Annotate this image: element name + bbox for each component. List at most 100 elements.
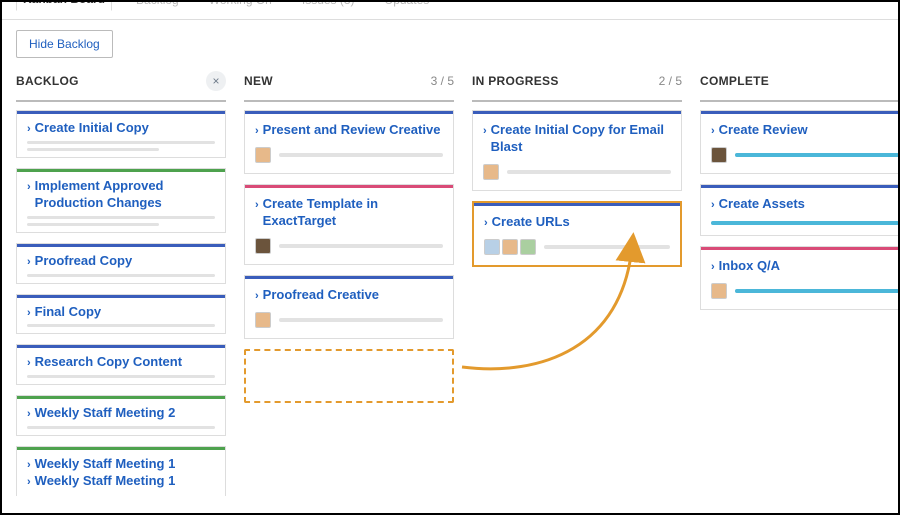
avatar <box>502 239 518 255</box>
card-title[interactable]: ›Weekly Staff Meeting 1 <box>27 456 215 473</box>
chevron-right-icon: › <box>255 124 259 138</box>
progress-bar <box>279 244 443 248</box>
kanban-card[interactable]: ›Inbox Q/A <box>700 246 900 310</box>
column-title: NEW <box>244 74 273 88</box>
card-title[interactable]: › Weekly Staff Meeting 1 <box>27 473 215 490</box>
kanban-card[interactable]: ›Final Copy <box>16 294 226 335</box>
card-title-text: Create Template in ExactTarget <box>263 196 443 230</box>
kanban-card[interactable]: › Proofread Copy <box>16 243 226 284</box>
progress-bar <box>27 148 159 151</box>
card-title[interactable]: ›Create Review <box>711 122 899 139</box>
tab-kanban-board[interactable]: Kanban Board <box>16 0 112 11</box>
kanban-card[interactable]: › Create Template in ExactTarget <box>244 184 454 265</box>
card-title[interactable]: › Research Copy Content <box>27 354 215 371</box>
progress-bar <box>279 318 443 322</box>
kanban-card[interactable]: › Present and Review Creative <box>244 110 454 174</box>
tab-issues[interactable]: Issues (3) <box>296 0 361 11</box>
card-title-text: Final Copy <box>35 304 101 321</box>
card-title-text: Create Initial Copy <box>35 120 149 137</box>
card-stripe <box>473 111 681 114</box>
card-stripe <box>17 345 225 348</box>
avatar <box>520 239 536 255</box>
progress-bar <box>27 375 215 378</box>
card-stripe <box>245 185 453 188</box>
close-icon[interactable]: × <box>206 71 226 91</box>
card-stripe <box>701 111 900 114</box>
card-title-text: Inbox Q/A <box>719 258 780 275</box>
progress-bar <box>735 153 899 157</box>
card-title-text: Present and Review Creative <box>263 122 441 139</box>
card-stripe <box>17 295 225 298</box>
card-title-text: Create Review <box>719 122 808 139</box>
card-stripe <box>17 111 225 114</box>
kanban-board: BACKLOG × ›Create Initial Copy ›Implemen… <box>2 72 898 496</box>
card-title[interactable]: ›Inbox Q/A <box>711 258 899 275</box>
tab-updates[interactable]: Updates <box>379 0 436 11</box>
kanban-card[interactable]: › Create Initial Copy <box>16 110 226 158</box>
drop-target[interactable] <box>244 349 454 403</box>
card-title[interactable]: › Create Initial Copy <box>27 120 215 137</box>
card-stripe <box>474 203 680 206</box>
tab-working-on[interactable]: Working On <box>203 0 278 11</box>
kanban-card[interactable]: › Research Copy Content <box>16 344 226 385</box>
card-title-text: Implement Approved Production Changes <box>35 178 215 212</box>
progress-bar <box>27 426 215 429</box>
chevron-right-icon: › <box>711 198 715 212</box>
card-title-text: Proofread Copy <box>35 253 133 270</box>
kanban-card[interactable]: ›Proofread Creative <box>244 275 454 339</box>
avatar-group <box>711 147 727 163</box>
card-title[interactable]: ›Implement Approved Production Changes <box>27 178 215 212</box>
avatar-group <box>484 239 536 255</box>
kanban-card-selected[interactable]: ›Create URLs <box>472 201 682 267</box>
card-title-text: Create URLs <box>492 214 570 231</box>
column-header: BACKLOG × <box>16 72 226 102</box>
avatar-group <box>255 312 271 328</box>
kanban-card[interactable]: ›Weekly Staff Meeting 1 ›Weekly Staff Me… <box>16 446 226 496</box>
card-stripe <box>17 169 225 172</box>
chevron-right-icon: › <box>255 198 259 212</box>
card-title[interactable]: ›Final Copy <box>27 304 215 321</box>
card-stripe <box>17 447 225 450</box>
chevron-right-icon: › <box>27 475 31 489</box>
card-title[interactable]: ›Proofread Creative <box>255 287 443 304</box>
card-title-text: Proofread Creative <box>263 287 379 304</box>
kanban-card[interactable]: ›Create Review <box>700 110 900 174</box>
avatar <box>255 312 271 328</box>
avatar <box>711 147 727 163</box>
kanban-card[interactable]: ›Implement Approved Production Changes <box>16 168 226 233</box>
tab-bar: Kanban Board Backlog Working On Issues (… <box>2 2 898 20</box>
kanban-card[interactable]: ›Weekly Staff Meeting 2 <box>16 395 226 436</box>
card-stripe <box>245 276 453 279</box>
card-title[interactable]: ›Create URLs <box>484 214 670 231</box>
card-title-text: Create Assets <box>719 196 805 213</box>
hide-backlog-button[interactable]: Hide Backlog <box>16 30 113 58</box>
kanban-card[interactable]: ›Create Initial Copy for Email Blast <box>472 110 682 191</box>
chevron-right-icon: › <box>27 356 31 370</box>
card-title[interactable]: › Proofread Copy <box>27 253 215 270</box>
avatar-group <box>255 147 271 163</box>
card-stripe <box>17 244 225 247</box>
card-title[interactable]: › Present and Review Creative <box>255 122 443 139</box>
column-new: NEW 3 / 5 ›Present and Review Creative ›… <box>244 72 454 496</box>
card-title[interactable]: ›Weekly Staff Meeting 2 <box>27 405 215 422</box>
card-stripe <box>701 247 900 250</box>
column-count: 2 / 5 <box>659 74 682 88</box>
avatar <box>483 164 499 180</box>
progress-bar <box>279 153 443 157</box>
card-title[interactable]: › Create Assets <box>711 196 899 213</box>
card-title[interactable]: › Create Template in ExactTarget <box>255 196 443 230</box>
kanban-card[interactable]: › Create Assets <box>700 184 900 236</box>
progress-bar <box>735 289 899 293</box>
card-title-text: Research Copy Content <box>35 354 182 371</box>
toolbar: Hide Backlog <box>2 20 898 72</box>
card-title[interactable]: ›Create Initial Copy for Email Blast <box>483 122 671 156</box>
chevron-right-icon: › <box>27 255 31 269</box>
progress-bar <box>27 274 215 277</box>
tab-backlog[interactable]: Backlog <box>130 0 185 11</box>
column-title: COMPLETE <box>700 74 769 88</box>
column-header: IN PROGRESS 2 / 5 <box>472 72 682 102</box>
avatar-group <box>483 164 499 180</box>
chevron-right-icon: › <box>27 122 31 136</box>
card-title-text: Weekly Staff Meeting 1 <box>35 473 176 490</box>
chevron-right-icon: › <box>483 124 487 138</box>
